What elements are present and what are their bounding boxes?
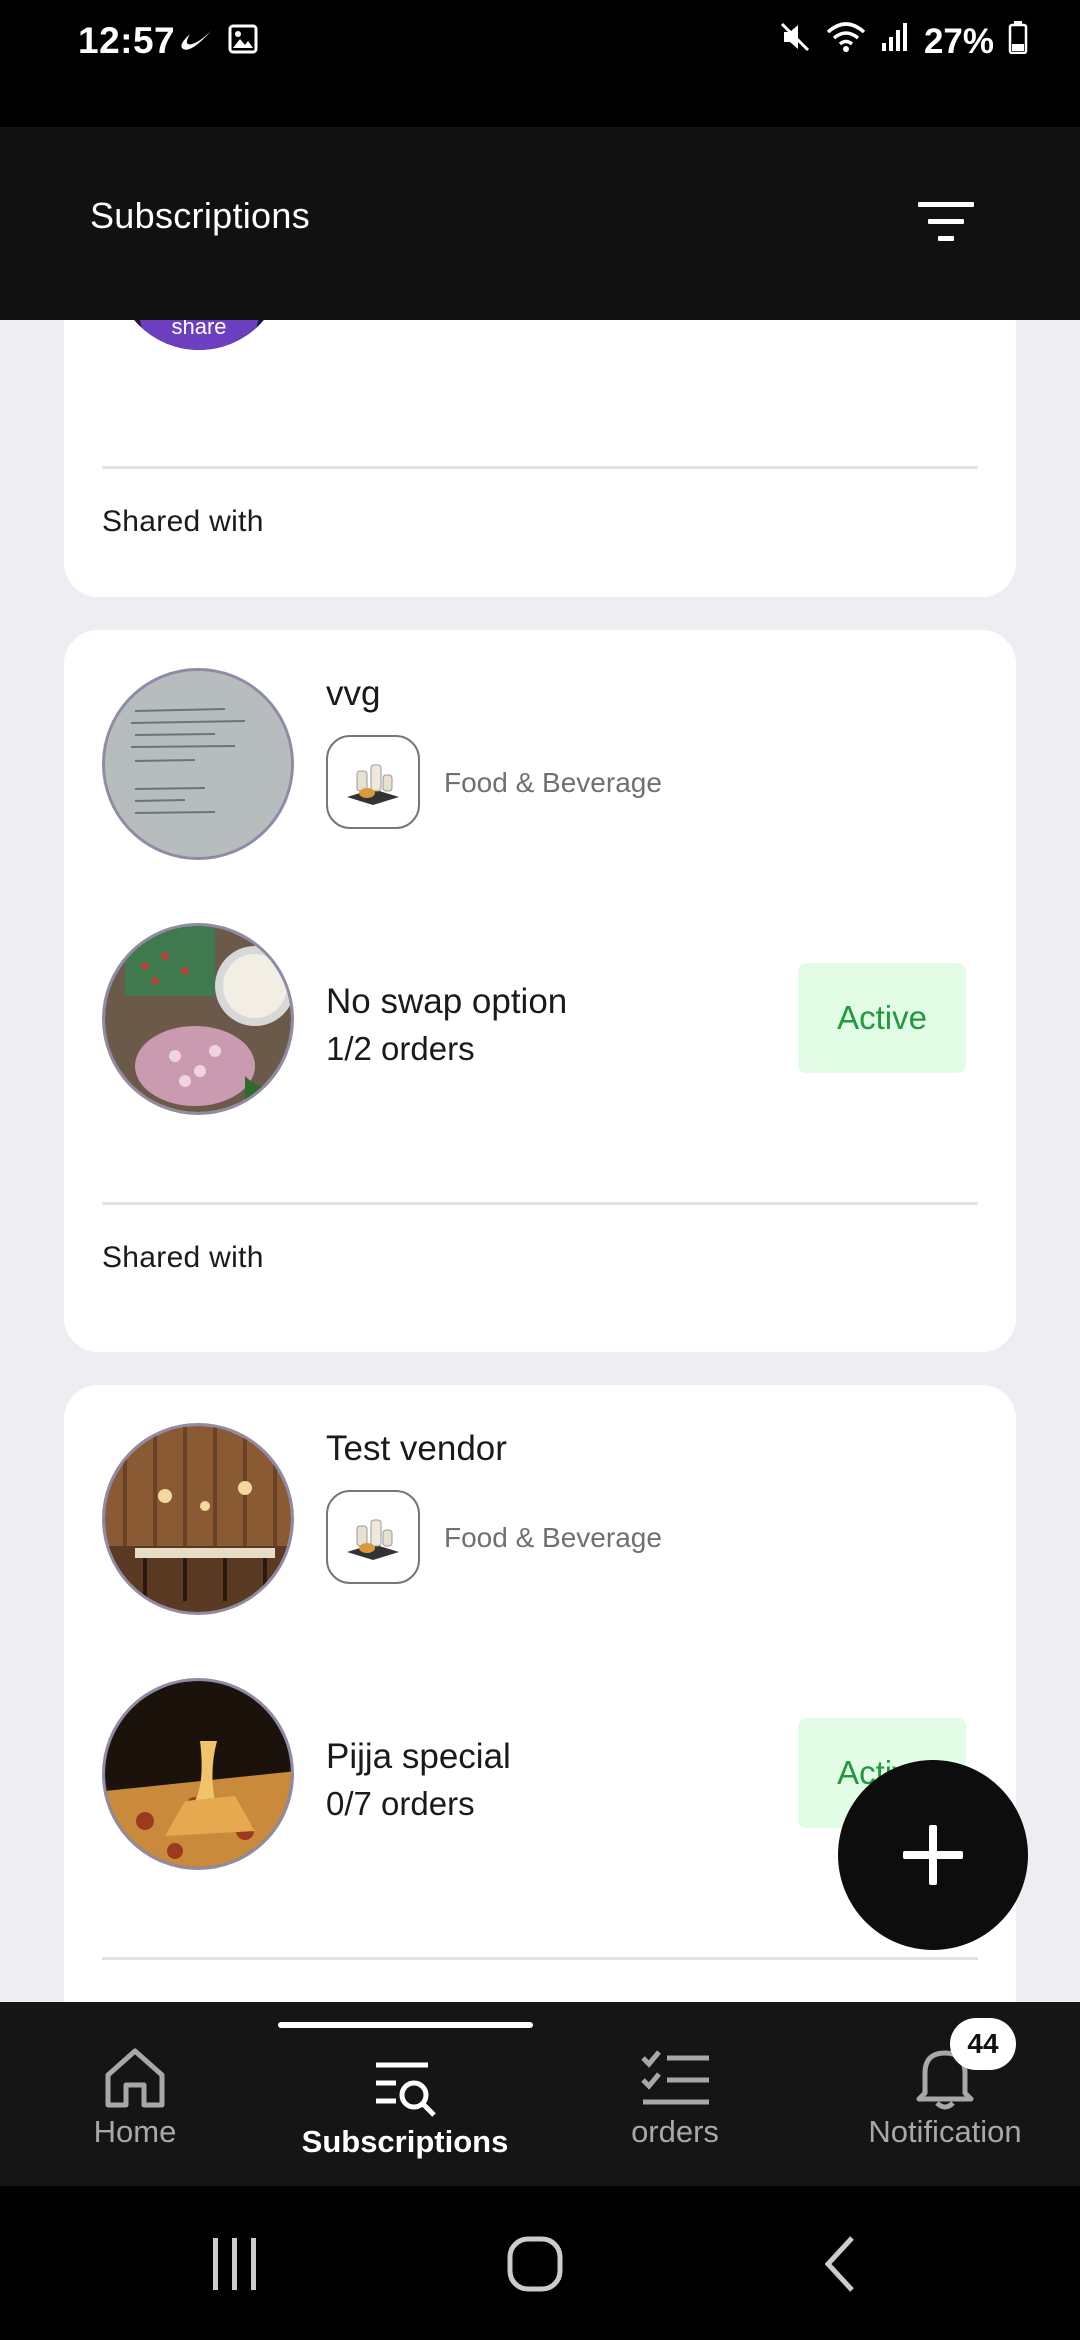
nav-notification-label: Notification [868, 2114, 1022, 2149]
plan-name: Pijja special [326, 1737, 511, 1776]
system-navigation-bar [0, 2186, 1080, 2340]
nike-swoosh-icon [180, 24, 214, 59]
vendor-avatar [102, 1423, 294, 1615]
nav-subscriptions-label: Subscriptions [301, 2124, 509, 2159]
nav-home-label: Home [93, 2114, 177, 2149]
battery-icon [1008, 20, 1028, 63]
divider [102, 1957, 978, 1960]
recent-apps-icon [213, 2238, 256, 2290]
nav-notification[interactable]: Notification [810, 2002, 1080, 2186]
home-circle-icon [507, 2236, 563, 2292]
plan-orders: 1/2 orders [326, 1030, 475, 1067]
vendor-name: vvg [326, 674, 381, 713]
plan-name: No swap option [326, 982, 568, 1021]
add-subscription-button[interactable] [838, 1760, 1028, 1950]
home-system-button[interactable] [490, 2224, 580, 2304]
notification-count-badge: 44 [950, 2018, 1016, 2070]
bottom-navigation: Home Subscriptions orders Notification [0, 2002, 1080, 2186]
vendor-name: Test vendor [326, 1429, 507, 1468]
plus-icon [903, 1825, 963, 1885]
divider [102, 466, 978, 469]
status-bar: 12:57 27% [0, 0, 1080, 84]
subscriptions-search-icon [365, 2048, 445, 2128]
category-icon [326, 735, 420, 829]
back-button[interactable] [795, 2224, 885, 2304]
back-icon [824, 2236, 854, 2292]
shared-with-label: Shared with [102, 505, 264, 538]
avatar-caption: share [171, 320, 226, 339]
battery-percent: 27% [923, 21, 994, 61]
page-title: Subscriptions [90, 195, 311, 236]
food-beverage-icon [347, 1519, 399, 1560]
status-time: 12:57 [78, 20, 176, 61]
gallery-icon [228, 24, 258, 59]
category-label: Food & Beverage [444, 1522, 662, 1553]
category-icon [326, 1490, 420, 1584]
home-icon [95, 2038, 175, 2118]
subscription-card[interactable]: vvg Food & Beverage No swap option 1/2 o… [64, 630, 1016, 1352]
vendor-avatar: share [114, 320, 284, 350]
mute-icon [778, 20, 812, 63]
checklist-icon [635, 2038, 715, 2118]
food-beverage-icon [347, 764, 399, 805]
plan-orders: 0/7 orders [326, 1785, 475, 1822]
app-bar: Subscriptions [0, 127, 1080, 320]
recent-apps-button[interactable] [190, 2224, 280, 2304]
status-badge: Active [798, 963, 966, 1073]
nav-orders[interactable]: orders [540, 2002, 810, 2186]
subscriptions-list[interactable]: share Shared with vvg Food & Beverage No… [0, 320, 1080, 2002]
shared-with-label: Shared with [102, 1241, 264, 1274]
wifi-icon [826, 20, 866, 63]
plan-avatar [102, 1678, 294, 1870]
subscription-card[interactable]: share Shared with [64, 320, 1016, 597]
signal-icon [880, 21, 910, 62]
nav-subscriptions[interactable]: Subscriptions [270, 2002, 540, 2186]
divider [102, 1202, 978, 1205]
filter-button[interactable] [906, 187, 986, 257]
vendor-avatar [102, 668, 294, 860]
plan-avatar [102, 923, 294, 1115]
filter-icon [918, 202, 974, 241]
category-label: Food & Beverage [444, 767, 662, 798]
nav-home[interactable]: Home [0, 2002, 270, 2186]
nav-orders-label: orders [631, 2114, 719, 2149]
